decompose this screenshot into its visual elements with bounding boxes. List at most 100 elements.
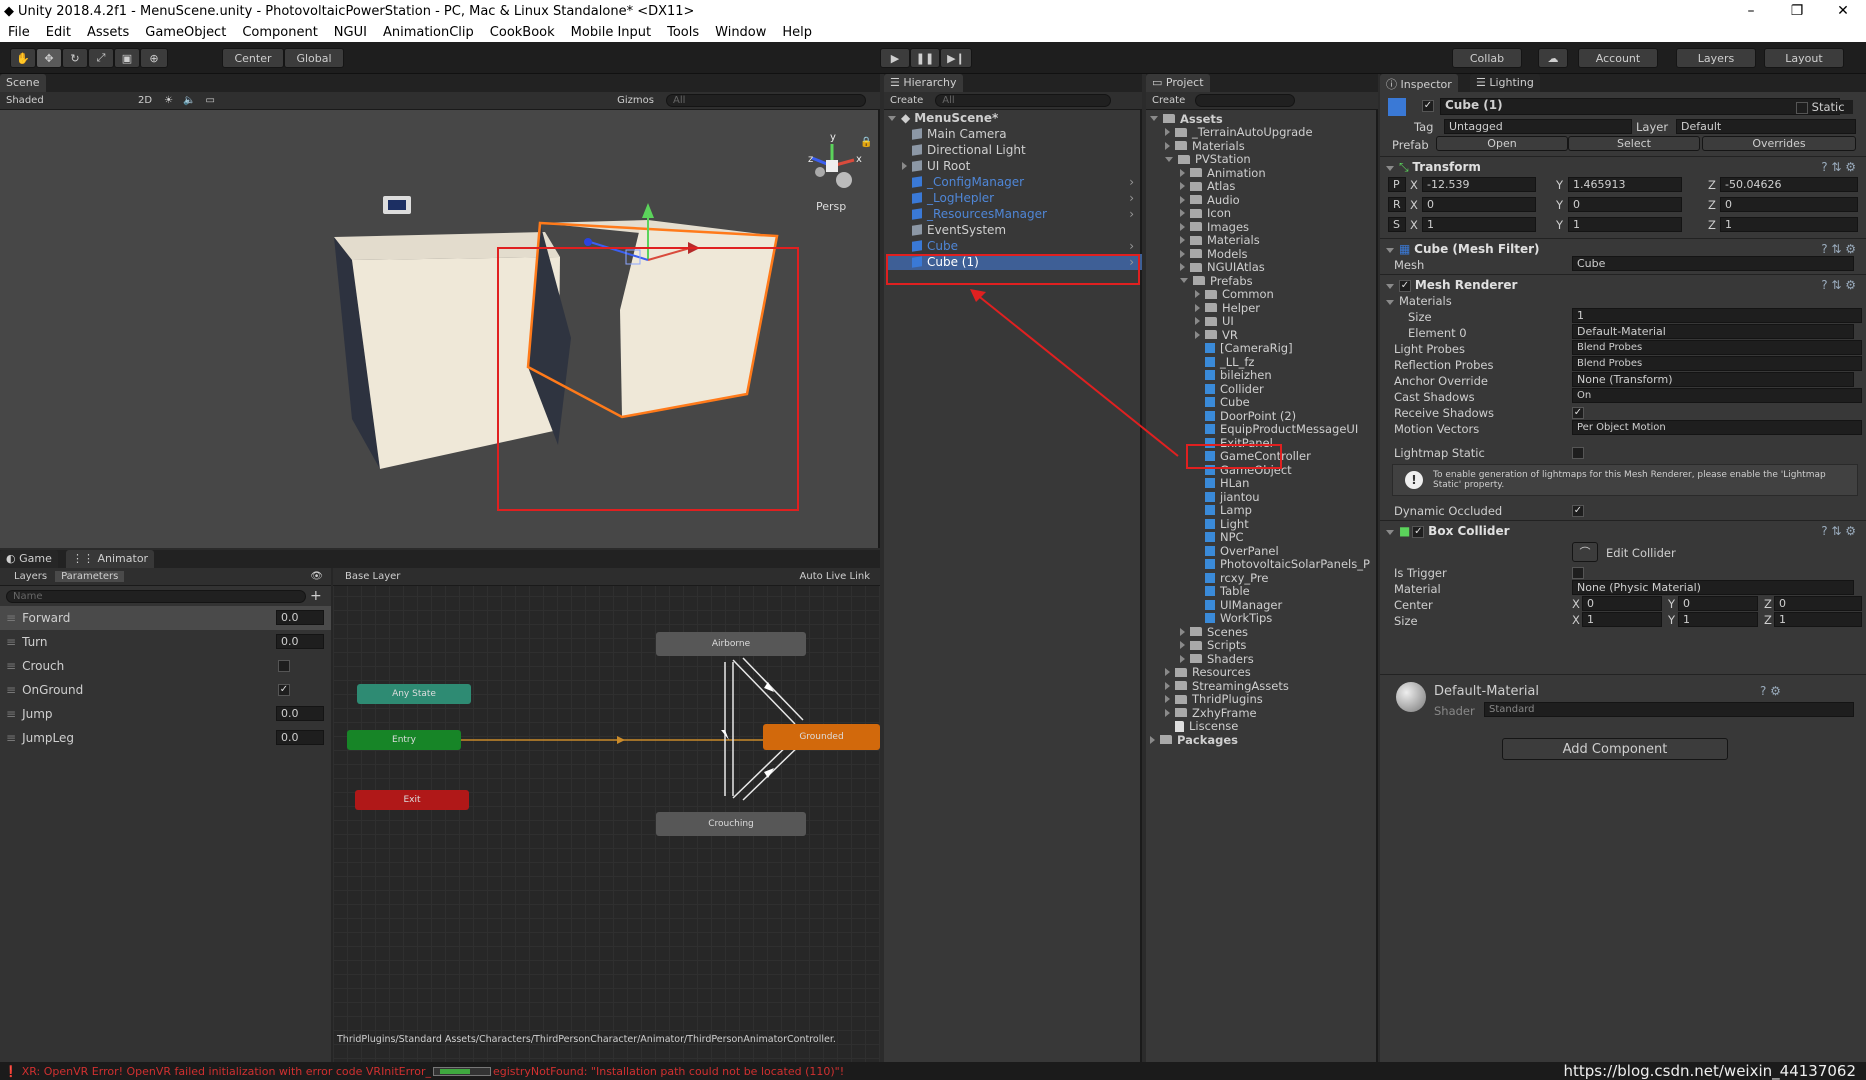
shading-dropdown[interactable]: Shaded: [6, 95, 126, 106]
account-dropdown[interactable]: Account: [1578, 48, 1658, 68]
drag-handle-icon[interactable]: ≡: [6, 683, 16, 697]
hierarchy-item[interactable]: _ConfigManager ›: [888, 174, 1142, 190]
position-x-input[interactable]: -12.539: [1422, 177, 1536, 192]
step-button-icon[interactable]: ▶❙: [940, 48, 972, 68]
drag-handle-icon[interactable]: ≡: [6, 659, 16, 673]
hierarchy-item[interactable]: Directional Light: [888, 142, 1142, 158]
project-item[interactable]: PVStation: [1150, 152, 1378, 166]
expand-icon[interactable]: [1165, 695, 1170, 704]
move-tool-icon[interactable]: ✥: [36, 48, 62, 68]
component-menu-icon[interactable]: ? ⇅ ⚙: [1821, 160, 1856, 174]
tab-game[interactable]: ◐ Game: [0, 550, 58, 568]
project-item[interactable]: Materials: [1150, 233, 1378, 247]
param-row[interactable]: ≡ Turn 0.0: [0, 630, 331, 654]
expand-icon[interactable]: [1180, 222, 1185, 231]
active-checkbox[interactable]: ✓: [1422, 100, 1434, 112]
gizmos-dropdown[interactable]: Gizmos: [617, 95, 654, 106]
project-item[interactable]: Assets: [1150, 112, 1378, 126]
project-item[interactable]: ThridPlugins: [1150, 692, 1378, 706]
param-row[interactable]: ≡ Crouch: [0, 654, 331, 678]
edit-collider-label[interactable]: Edit Collider: [1606, 546, 1676, 560]
project-item[interactable]: Atlas: [1150, 179, 1378, 193]
cast-shadows-dropdown[interactable]: On: [1572, 388, 1862, 403]
transform-header[interactable]: ⤡ Transform ? ⇅ ⚙: [1386, 160, 1862, 175]
anchor-override-field[interactable]: None (Transform): [1572, 372, 1854, 387]
menu-animationclip[interactable]: AnimationClip: [375, 25, 482, 40]
play-button-icon[interactable]: ▶: [880, 48, 910, 68]
center-x-input[interactable]: 0: [1582, 596, 1662, 611]
project-item[interactable]: Lamp: [1150, 503, 1378, 517]
project-item[interactable]: Packages: [1150, 733, 1378, 747]
layout-dropdown[interactable]: Layout: [1764, 48, 1844, 68]
expand-icon[interactable]: [1165, 681, 1170, 690]
project-item[interactable]: PhotovoltaicSolarPanels_P: [1150, 557, 1378, 571]
param-row[interactable]: ≡ OnGround ✓: [0, 678, 331, 702]
menu-edit[interactable]: Edit: [38, 25, 79, 40]
rotation-z-input[interactable]: 0: [1720, 197, 1858, 212]
layers-tab[interactable]: Layers: [6, 571, 55, 582]
expand-icon[interactable]: [888, 115, 896, 121]
collapse-icon[interactable]: [1386, 248, 1394, 253]
parameters-tab[interactable]: Parameters: [55, 571, 125, 582]
drag-handle-icon[interactable]: ≡: [6, 731, 16, 745]
chevron-right-icon[interactable]: ›: [1129, 239, 1134, 253]
eye-icon[interactable]: 👁: [310, 571, 323, 582]
project-item[interactable]: WorkTips: [1150, 611, 1378, 625]
hand-tool-icon[interactable]: ✋: [10, 48, 36, 68]
status-bar[interactable]: ❗ XR: OpenVR Error! OpenVR failed initia…: [0, 1062, 1866, 1080]
add-component-button[interactable]: Add Component: [1502, 738, 1728, 760]
minimize-button[interactable]: –: [1728, 3, 1774, 19]
project-item[interactable]: Animation: [1150, 166, 1378, 180]
hierarchy-item[interactable]: _LogHepler ›: [888, 190, 1142, 206]
expand-icon[interactable]: [1165, 668, 1170, 677]
project-item[interactable]: Resources: [1150, 665, 1378, 679]
edit-collider-icon[interactable]: ⌒: [1572, 542, 1598, 562]
center-y-input[interactable]: 0: [1678, 596, 1758, 611]
menu-mobile-input[interactable]: Mobile Input: [563, 25, 659, 40]
dynamic-occluded-checkbox[interactable]: ✓: [1572, 505, 1584, 517]
collapse-icon[interactable]: [1386, 530, 1394, 535]
collab-dropdown[interactable]: Collab: [1452, 48, 1522, 68]
center-z-input[interactable]: 0: [1774, 596, 1862, 611]
expand-icon[interactable]: [1150, 735, 1155, 744]
state-airborne[interactable]: Airborne: [656, 632, 806, 656]
scale-x-input[interactable]: 1: [1422, 217, 1536, 232]
is-trigger-checkbox[interactable]: [1572, 567, 1584, 579]
project-item[interactable]: Models: [1150, 247, 1378, 261]
scene-root[interactable]: ◆ MenuScene*: [888, 110, 1142, 126]
expand-icon[interactable]: [1180, 263, 1185, 272]
expand-icon[interactable]: [1180, 182, 1185, 191]
create-dropdown[interactable]: Create: [890, 95, 923, 106]
project-item[interactable]: jiantou: [1150, 490, 1378, 504]
scene-search-input[interactable]: All: [666, 94, 866, 107]
tab-project[interactable]: ▭ Project: [1146, 74, 1210, 92]
state-entry[interactable]: Entry: [347, 730, 461, 750]
receive-shadows-checkbox[interactable]: ✓: [1572, 407, 1584, 419]
project-item[interactable]: ZxhyFrame: [1150, 706, 1378, 720]
chevron-right-icon[interactable]: ›: [1129, 191, 1134, 205]
menu-file[interactable]: File: [0, 25, 38, 40]
hierarchy-item[interactable]: Cube ›: [888, 238, 1142, 254]
hierarchy-search-input[interactable]: All: [935, 94, 1112, 107]
layer-dropdown[interactable]: Default: [1676, 119, 1856, 134]
rotation-x-input[interactable]: 0: [1422, 197, 1536, 212]
position-z-input[interactable]: -50.04626: [1720, 177, 1858, 192]
project-item[interactable]: HLan: [1150, 476, 1378, 490]
project-item[interactable]: NGUIAtlas: [1150, 260, 1378, 274]
boxcollider-enabled-checkbox[interactable]: ✓: [1412, 525, 1425, 538]
project-item[interactable]: Liscense: [1150, 719, 1378, 733]
project-item[interactable]: StreamingAssets: [1150, 679, 1378, 693]
prefab-open-button[interactable]: Open: [1436, 136, 1568, 151]
menu-component[interactable]: Component: [234, 25, 325, 40]
cube-selected[interactable]: [526, 220, 779, 445]
tag-dropdown[interactable]: Untagged: [1444, 119, 1632, 134]
motion-vectors-dropdown[interactable]: Per Object Motion: [1572, 420, 1862, 435]
hierarchy-item[interactable]: Main Camera: [888, 126, 1142, 142]
menu-gameobject[interactable]: GameObject: [137, 25, 234, 40]
state-any[interactable]: Any State: [357, 684, 471, 704]
meshfilter-header[interactable]: ▦ Cube (Mesh Filter) ? ⇅ ⚙: [1386, 242, 1862, 256]
param-value-input[interactable]: 0.0: [276, 706, 324, 721]
pause-button-icon[interactable]: ❚❚: [910, 48, 940, 68]
param-value-input[interactable]: 0.0: [276, 634, 324, 649]
project-item[interactable]: _TerrainAutoUpgrade: [1150, 125, 1378, 139]
